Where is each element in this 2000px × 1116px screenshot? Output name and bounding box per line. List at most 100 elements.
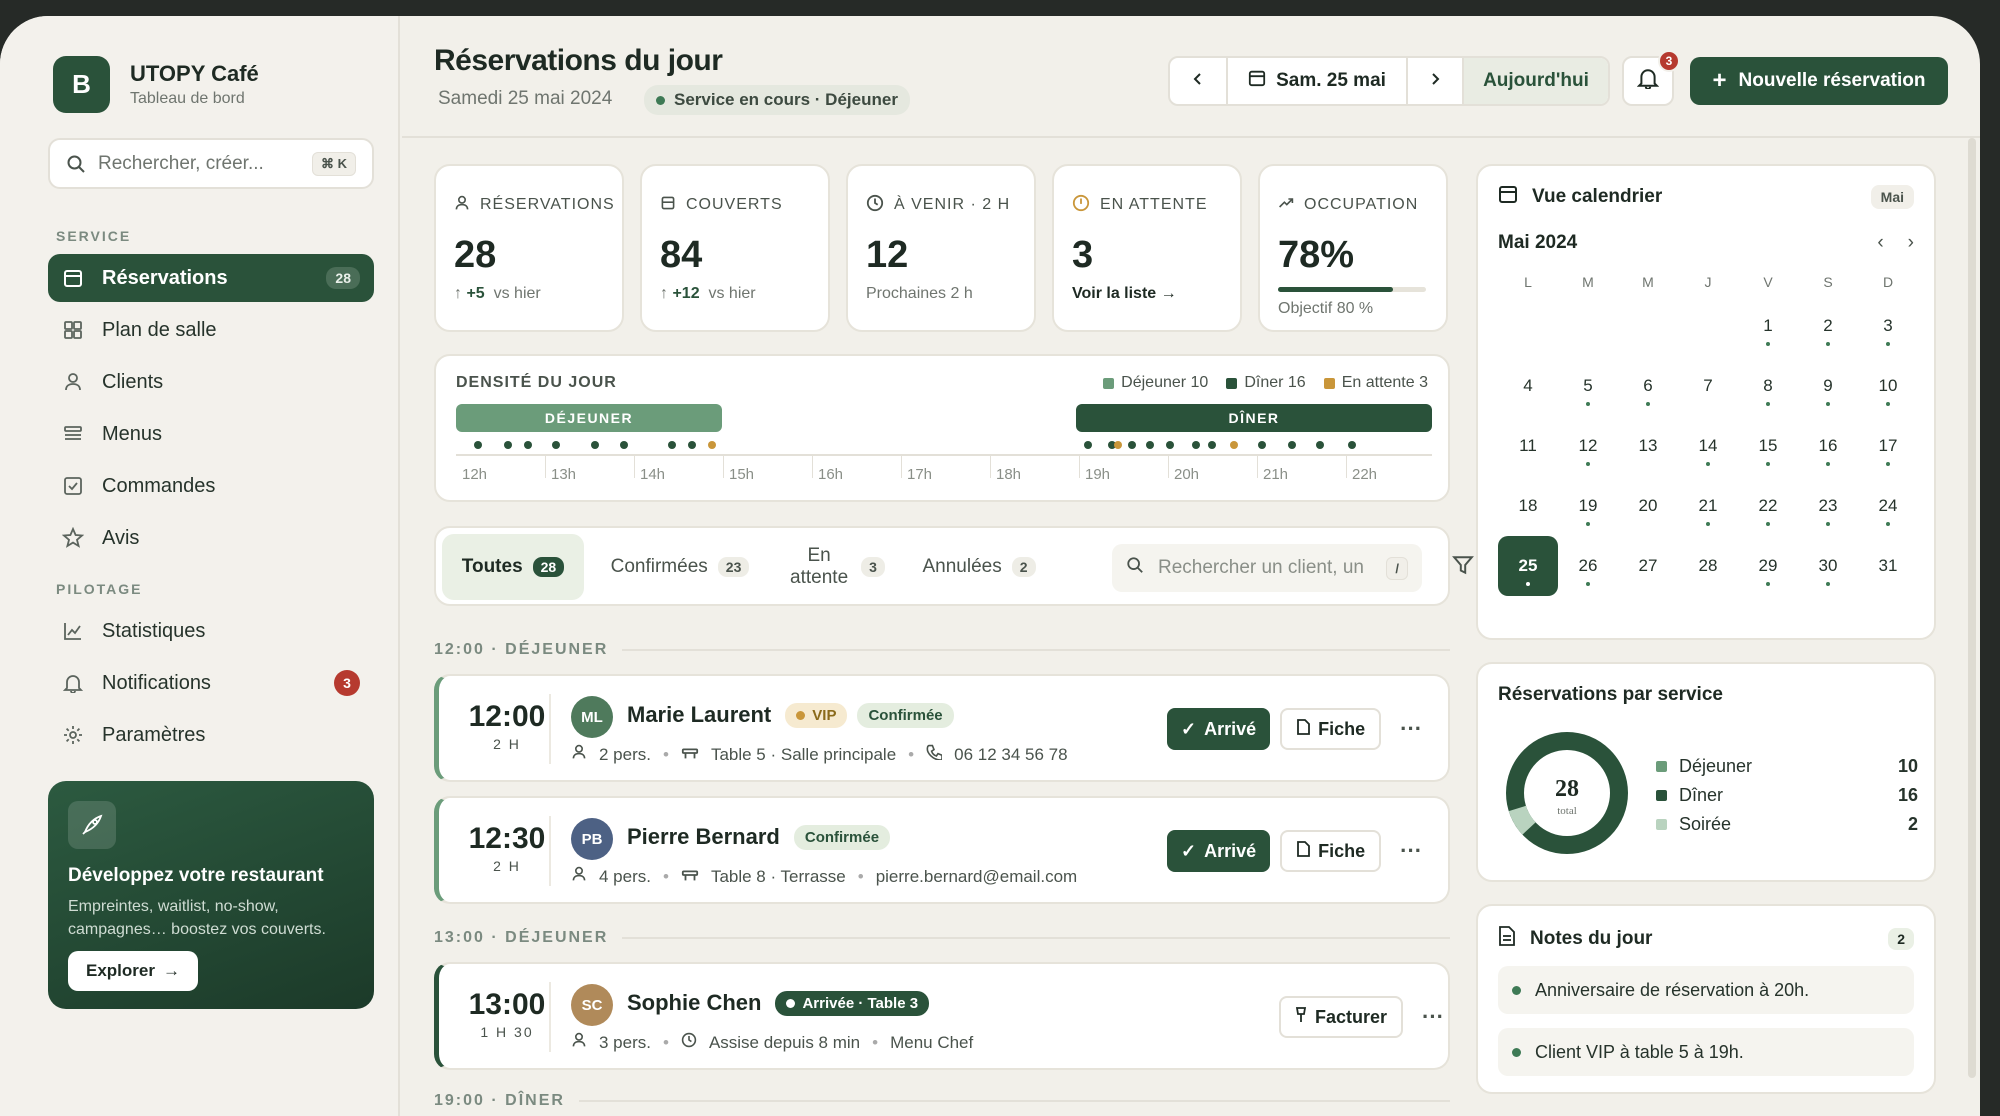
- calendar-day[interactable]: 10: [1858, 356, 1918, 416]
- sidebar-item-reservations[interactable]: Réservations 28: [48, 254, 374, 302]
- tab-all[interactable]: Toutes 28: [442, 534, 584, 600]
- day-indicator-dot: [1766, 342, 1770, 346]
- more-options-icon[interactable]: ···: [1413, 1004, 1453, 1030]
- calendar-day[interactable]: 6: [1618, 356, 1678, 416]
- page-header: Réservations du jour Samedi 25 mai 2024 …: [402, 16, 1980, 138]
- details-button[interactable]: Fiche: [1280, 830, 1382, 872]
- calendar-day[interactable]: 27: [1618, 536, 1678, 596]
- star-icon: [62, 527, 84, 549]
- tab-label: Toutes: [461, 556, 523, 577]
- explore-button[interactable]: Explorer →: [68, 951, 198, 991]
- calendar-day[interactable]: 7: [1678, 356, 1738, 416]
- client-name[interactable]: Sophie Chen: [627, 990, 761, 1016]
- calendar-day[interactable]: 8: [1738, 356, 1798, 416]
- filter-icon[interactable]: [1452, 554, 1474, 582]
- calendar-day[interactable]: 19: [1558, 476, 1618, 536]
- prev-day-button[interactable]: [1170, 58, 1228, 104]
- app-window: B UTOPY Café Tableau de bord Rechercher,…: [0, 16, 1980, 1116]
- sidebar-item-menus[interactable]: Menus: [48, 410, 374, 458]
- calendar-day[interactable]: 31: [1858, 536, 1918, 596]
- service-label: Soirée: [1679, 814, 1732, 834]
- calendar-day[interactable]: 13: [1618, 416, 1678, 476]
- calendar-day[interactable]: 21: [1678, 476, 1738, 536]
- more-options-icon[interactable]: ···: [1391, 838, 1431, 864]
- more-options-icon[interactable]: ···: [1391, 716, 1431, 742]
- calendar-day[interactable]: 15: [1738, 416, 1798, 476]
- calendar-day[interactable]: 23: [1798, 476, 1858, 536]
- contact-email[interactable]: pierre.bernard@email.com: [876, 867, 1078, 887]
- note-item[interactable]: Anniversaire de réservation à 20h.: [1498, 966, 1914, 1014]
- next-day-button[interactable]: [1408, 58, 1464, 104]
- glass-icon: [1295, 1006, 1307, 1028]
- page-title: Réservations du jour: [434, 44, 723, 77]
- sidebar-item-floor-plan[interactable]: Plan de salle: [48, 306, 374, 354]
- client-name[interactable]: Pierre Bernard: [627, 824, 780, 850]
- service-donut-chart: 28 total: [1506, 732, 1628, 854]
- note-item[interactable]: Client VIP à table 5 à 19h.: [1498, 1028, 1914, 1076]
- calendar-day[interactable]: 28: [1678, 536, 1738, 596]
- arrived-button[interactable]: ✓ Arrivé: [1167, 708, 1271, 750]
- details-button[interactable]: Fiche: [1280, 708, 1382, 750]
- calendar-day[interactable]: 20: [1618, 476, 1678, 536]
- calendar-day[interactable]: 25: [1498, 536, 1558, 596]
- density-legend: Déjeuner 10 Dîner 16 En attente 3: [1103, 374, 1428, 392]
- weekday-label: M: [1582, 274, 1594, 290]
- calendar-view-badge[interactable]: Mai: [1870, 185, 1914, 209]
- sidebar-item-statistics[interactable]: Statistiques: [48, 607, 374, 655]
- bell-icon: [62, 672, 84, 694]
- calendar-day[interactable]: 22: [1738, 476, 1798, 536]
- calendar-day[interactable]: 5: [1558, 356, 1618, 416]
- sidebar-item-label: Réservations: [102, 266, 228, 289]
- calendar-day[interactable]: 29: [1738, 536, 1798, 596]
- brand[interactable]: B UTOPY Café Tableau de bord: [53, 56, 259, 113]
- calendar-day[interactable]: 17: [1858, 416, 1918, 476]
- count-badge: 28: [326, 267, 360, 289]
- arrived-button[interactable]: ✓ Arrivé: [1167, 830, 1271, 872]
- notifications-button[interactable]: 3: [1622, 50, 1680, 106]
- see-list-link[interactable]: Voir la liste →: [1072, 285, 1222, 303]
- weekday-label: J: [1704, 274, 1712, 290]
- new-reservation-button[interactable]: + Nouvelle réservation: [1690, 57, 1948, 105]
- sidebar-item-notifications[interactable]: Notifications 3: [48, 659, 374, 707]
- service-label: Dîner: [1679, 785, 1724, 805]
- sidebar-search[interactable]: Rechercher, créer... ⌘ K: [48, 138, 374, 189]
- calendar-day[interactable]: 9: [1798, 356, 1858, 416]
- calendar-day[interactable]: 30: [1798, 536, 1858, 596]
- calendar-day[interactable]: 16: [1798, 416, 1858, 476]
- arrived-label: Arrivé: [1204, 718, 1257, 739]
- reservation-row[interactable]: 12:30 2 H PB Pierre Bernard Confirmée 4 p…: [434, 796, 1450, 904]
- brand-logo: B: [53, 56, 110, 113]
- sidebar-item-orders[interactable]: Commandes: [48, 462, 374, 510]
- next-month-icon[interactable]: ›: [1908, 232, 1914, 254]
- calendar-day[interactable]: 3: [1858, 296, 1918, 356]
- calendar-day[interactable]: 4: [1498, 356, 1558, 416]
- current-date-button[interactable]: Sam. 25 mai: [1228, 58, 1408, 104]
- calendar-day[interactable]: 2: [1798, 296, 1858, 356]
- reservation-row[interactable]: 13:00 1 H 30 SC Sophie Chen Arrivée · Tab…: [434, 962, 1450, 1070]
- calendar-day[interactable]: 24: [1858, 476, 1918, 536]
- scrollbar[interactable]: [1968, 138, 1976, 1078]
- today-button[interactable]: Aujourd'hui: [1464, 58, 1608, 104]
- client-search-input[interactable]: Rechercher un client, un /: [1112, 544, 1422, 592]
- contact-phone[interactable]: 06 12 34 56 78: [954, 745, 1067, 765]
- tab-waiting[interactable]: En attente 3: [776, 534, 896, 600]
- calendar-day[interactable]: 26: [1558, 536, 1618, 596]
- bill-button[interactable]: Facturer: [1279, 996, 1404, 1038]
- tab-confirmed[interactable]: Confirmées 23: [596, 534, 764, 600]
- sidebar-item-reviews[interactable]: Avis: [48, 514, 374, 562]
- promo-card: Développez votre restaurant Empreintes, …: [48, 781, 374, 1009]
- sidebar-item-settings[interactable]: Paramètres: [48, 711, 374, 759]
- reservation-row[interactable]: 12:00 2 H ML Marie Laurent VIP Confirmée …: [434, 674, 1450, 782]
- calendar-day[interactable]: 14: [1678, 416, 1738, 476]
- client-name[interactable]: Marie Laurent: [627, 702, 771, 728]
- calendar-day[interactable]: 11: [1498, 416, 1558, 476]
- calendar-day[interactable]: 12: [1558, 416, 1618, 476]
- sidebar-item-clients[interactable]: Clients: [48, 358, 374, 406]
- calendar-day[interactable]: 18: [1498, 476, 1558, 536]
- calendar-day[interactable]: 1: [1738, 296, 1798, 356]
- tab-cancelled[interactable]: Annulées 2: [906, 534, 1052, 600]
- prev-month-icon[interactable]: ‹: [1877, 232, 1883, 254]
- service-status-text: Service en cours · Déjeuner: [674, 90, 898, 109]
- daily-notes-card: Notes du jour 2 Anniversaire de réservat…: [1476, 904, 1936, 1094]
- reservation-dot: [504, 441, 512, 449]
